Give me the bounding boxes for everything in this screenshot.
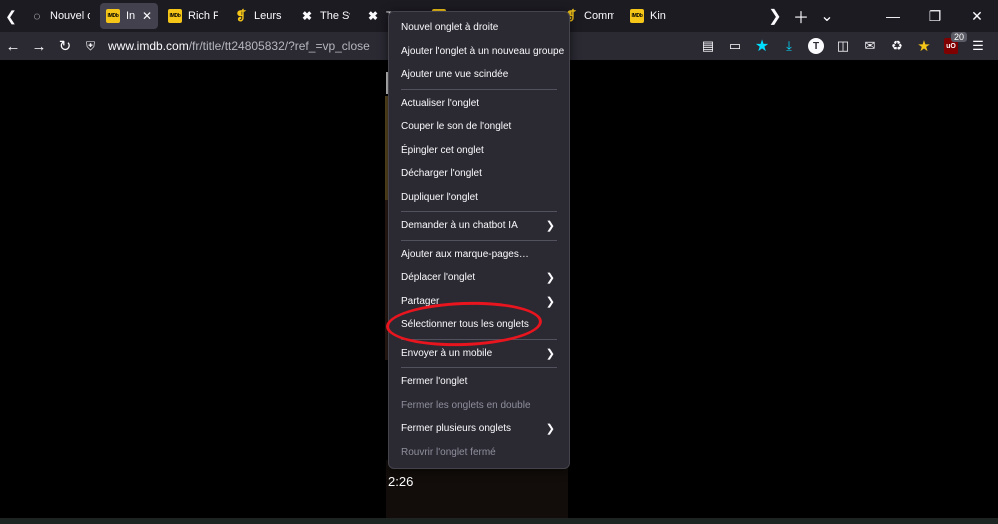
x-icon: ✖ — [301, 9, 313, 23]
ublock-origin-icon[interactable]: uO 20 — [939, 32, 968, 58]
tracking-protection-shield-icon[interactable]: ⛨ — [86, 39, 102, 54]
tab-3[interactable]: ❡ Leurs l — [228, 3, 290, 29]
menu-item: Rouvrir l'onglet fermé — [389, 441, 569, 465]
menu-item[interactable]: Ajouter l'onglet à un nouveau groupe — [389, 40, 569, 64]
sidebar-icon[interactable]: ◫ — [831, 34, 855, 58]
menu-item-label: Dupliquer l'onglet — [401, 191, 478, 203]
chevron-right-icon: ❯ — [545, 295, 555, 308]
menu-item-label: Déplacer l'onglet — [401, 272, 476, 284]
tab-0[interactable]: ◌ Nouvel ong — [24, 3, 96, 29]
ublock-badge-count: 20 — [951, 32, 968, 42]
tab-4[interactable]: ✖ The Sw — [294, 3, 356, 29]
save-to-pocket-icon[interactable]: ▭ — [723, 34, 747, 58]
tab-label: Kin — [650, 10, 666, 22]
menu-item-label: Épingler cet onglet — [401, 144, 484, 156]
close-window-button[interactable]: ✕ — [956, 0, 998, 32]
imdb-icon: IMDb — [630, 9, 644, 23]
menu-item[interactable]: Ajouter aux marque-pages… — [389, 243, 569, 267]
menu-item-label: Partager — [401, 295, 440, 307]
chevron-right-icon: ❯ — [545, 220, 555, 232]
menu-item-label: Couper le son de l'onglet — [401, 121, 512, 133]
menu-item[interactable]: Demander à un chatbot IA ❯ — [389, 214, 569, 238]
menu-item[interactable]: Envoyer à un mobile ❯ — [389, 342, 569, 366]
back-button[interactable]: ← — [0, 32, 26, 60]
tab-label: The Sw — [320, 10, 350, 22]
scroll-tabs-right-button[interactable]: ❯ — [762, 0, 788, 32]
extensions-puzzle-icon[interactable]: ♻ — [885, 34, 909, 58]
new-tab-button[interactable]: ＋ — [788, 0, 814, 32]
menu-item-label: Actualiser l'onglet — [401, 97, 480, 109]
minimize-button[interactable]: — — [872, 0, 914, 32]
bookmark-star-icon[interactable]: ★ — [750, 34, 774, 58]
menu-item-label: Fermer les onglets en double — [401, 399, 531, 411]
menu-item-label: Décharger l'onglet — [401, 168, 482, 180]
x-icon: ✖ — [367, 9, 379, 23]
url-bar[interactable]: ⛨ www.imdb.com/fr/title/tt24805832/?ref_… — [86, 34, 686, 58]
menu-item[interactable]: Décharger l'onglet — [389, 162, 569, 186]
close-tab-icon[interactable]: ✕ — [142, 9, 152, 23]
menu-item[interactable]: Fermer l'onglet — [389, 370, 569, 394]
menu-separator — [401, 211, 557, 212]
url-domain: www.imdb.com — [108, 39, 189, 53]
menu-item-label: Fermer plusieurs onglets — [401, 423, 512, 435]
chevron-right-icon: ❯ — [545, 347, 555, 360]
menu-item[interactable]: Nouvel onglet à droite — [389, 16, 569, 40]
menu-separator — [401, 88, 557, 90]
menu-separator — [401, 338, 557, 340]
menu-item[interactable]: Fermer plusieurs onglets ❯ — [389, 417, 569, 441]
imdb-icon: IMDb — [168, 9, 182, 23]
tab-label: Rich Fl — [188, 10, 218, 22]
tab-label: In th — [126, 10, 138, 22]
menu-item-label: Sélectionner tous les onglets — [401, 319, 529, 331]
tab-9[interactable]: IMDb Kin — [624, 3, 686, 29]
trophy-icon: ❡ — [235, 8, 247, 23]
menu-item-label: Rouvrir l'onglet fermé — [401, 446, 496, 458]
url-path: /fr/title/tt24805832/?ref_=vp_close — [188, 39, 370, 53]
page-bottom-bar — [0, 518, 998, 524]
chevron-right-icon: ❯ — [545, 423, 555, 435]
menu-item-label: Ajouter l'onglet à un nouveau groupe — [401, 45, 565, 57]
forward-button[interactable]: → — [26, 32, 52, 60]
scroll-tabs-left-button[interactable]: ❮ — [0, 0, 22, 32]
imdb-icon: IMDb — [106, 9, 120, 23]
menu-item-label: Ajouter une vue scindée — [401, 69, 509, 81]
account-icon[interactable]: T — [804, 34, 828, 58]
tab-label: Nouvel ong — [50, 10, 90, 22]
menu-separator — [401, 239, 557, 241]
menu-item[interactable]: Sélectionner tous les onglets — [389, 313, 569, 337]
tab-label: Leurs l — [254, 10, 284, 22]
app-menu-hamburger-icon[interactable]: ☰ — [966, 34, 990, 58]
browser-window: ❮ ◌ Nouvel ong IMDb In th ✕ IMDb Rich Fl ❡ Leurs… — [0, 0, 998, 524]
tab-context-menu: Nouvel onglet à droite Ajouter l'onglet à… — [388, 11, 570, 469]
menu-item-label: Nouvel onglet à droite — [401, 22, 499, 34]
reload-button[interactable]: ↻ — [52, 32, 78, 60]
video-timestamp: 2:26 — [388, 474, 414, 489]
list-all-tabs-button[interactable]: ⌄ — [814, 0, 840, 32]
tab-label: Comm — [584, 10, 614, 22]
menu-item[interactable]: Partager ❯ — [389, 290, 569, 314]
mail-icon[interactable]: ✉ — [858, 34, 882, 58]
menu-item[interactable]: Actualiser l'onglet — [389, 92, 569, 116]
chevron-right-icon: ❯ — [545, 272, 555, 284]
menu-item-label: Envoyer à un mobile — [401, 347, 493, 359]
menu-item[interactable]: Couper le son de l'onglet — [389, 115, 569, 139]
menu-item-label: Fermer l'onglet — [401, 376, 468, 388]
menu-separator — [401, 367, 557, 368]
account-initial: T — [808, 38, 824, 54]
restore-button[interactable]: ❐ — [914, 0, 956, 32]
menu-item-label: Demander à un chatbot IA — [401, 220, 518, 232]
menu-item[interactable]: Ajouter une vue scindée — [389, 63, 569, 87]
downloads-icon[interactable]: ⤓ — [777, 34, 801, 58]
toolbar-icons: ▤ ▭ ★ ⤓ T ◫ ✉ ♻ ★ uO 20 ☰ — [693, 32, 990, 60]
menu-item: Fermer les onglets en double — [389, 394, 569, 418]
menu-item[interactable]: Épingler cet onglet — [389, 139, 569, 163]
colored-star-extension-icon[interactable]: ★ — [912, 34, 936, 58]
menu-item-label: Ajouter aux marque-pages… — [401, 248, 529, 260]
menu-item[interactable]: Dupliquer l'onglet — [389, 186, 569, 210]
globe-icon: ◌ — [33, 9, 41, 23]
reader-view-icon[interactable]: ▤ — [696, 34, 720, 58]
tab-1[interactable]: IMDb In th ✕ — [100, 3, 158, 29]
menu-item[interactable]: Déplacer l'onglet ❯ — [389, 266, 569, 290]
tab-2[interactable]: IMDb Rich Fl — [162, 3, 224, 29]
